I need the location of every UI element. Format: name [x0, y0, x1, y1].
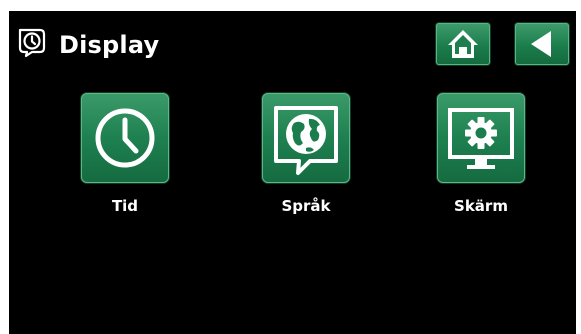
page-title: Display	[59, 31, 160, 59]
tile-skarm[interactable]	[437, 93, 525, 183]
home-icon	[448, 30, 478, 58]
tile-sprak[interactable]	[262, 93, 350, 183]
display-settings-icon	[18, 28, 46, 58]
globe-speech-icon	[274, 106, 338, 175]
tile-label-sprak: Språk	[281, 197, 331, 215]
screen: Display Tid Språk Skärm	[9, 11, 576, 334]
back-arrow-icon	[531, 31, 551, 57]
monitor-gear-icon	[448, 108, 514, 169]
home-button[interactable]	[436, 23, 490, 65]
tile-label-tid: Tid	[111, 197, 139, 215]
tile-label-skarm: Skärm	[454, 197, 508, 215]
tile-tid[interactable]	[81, 93, 169, 183]
back-button[interactable]	[515, 23, 569, 65]
clock-icon	[95, 108, 155, 168]
